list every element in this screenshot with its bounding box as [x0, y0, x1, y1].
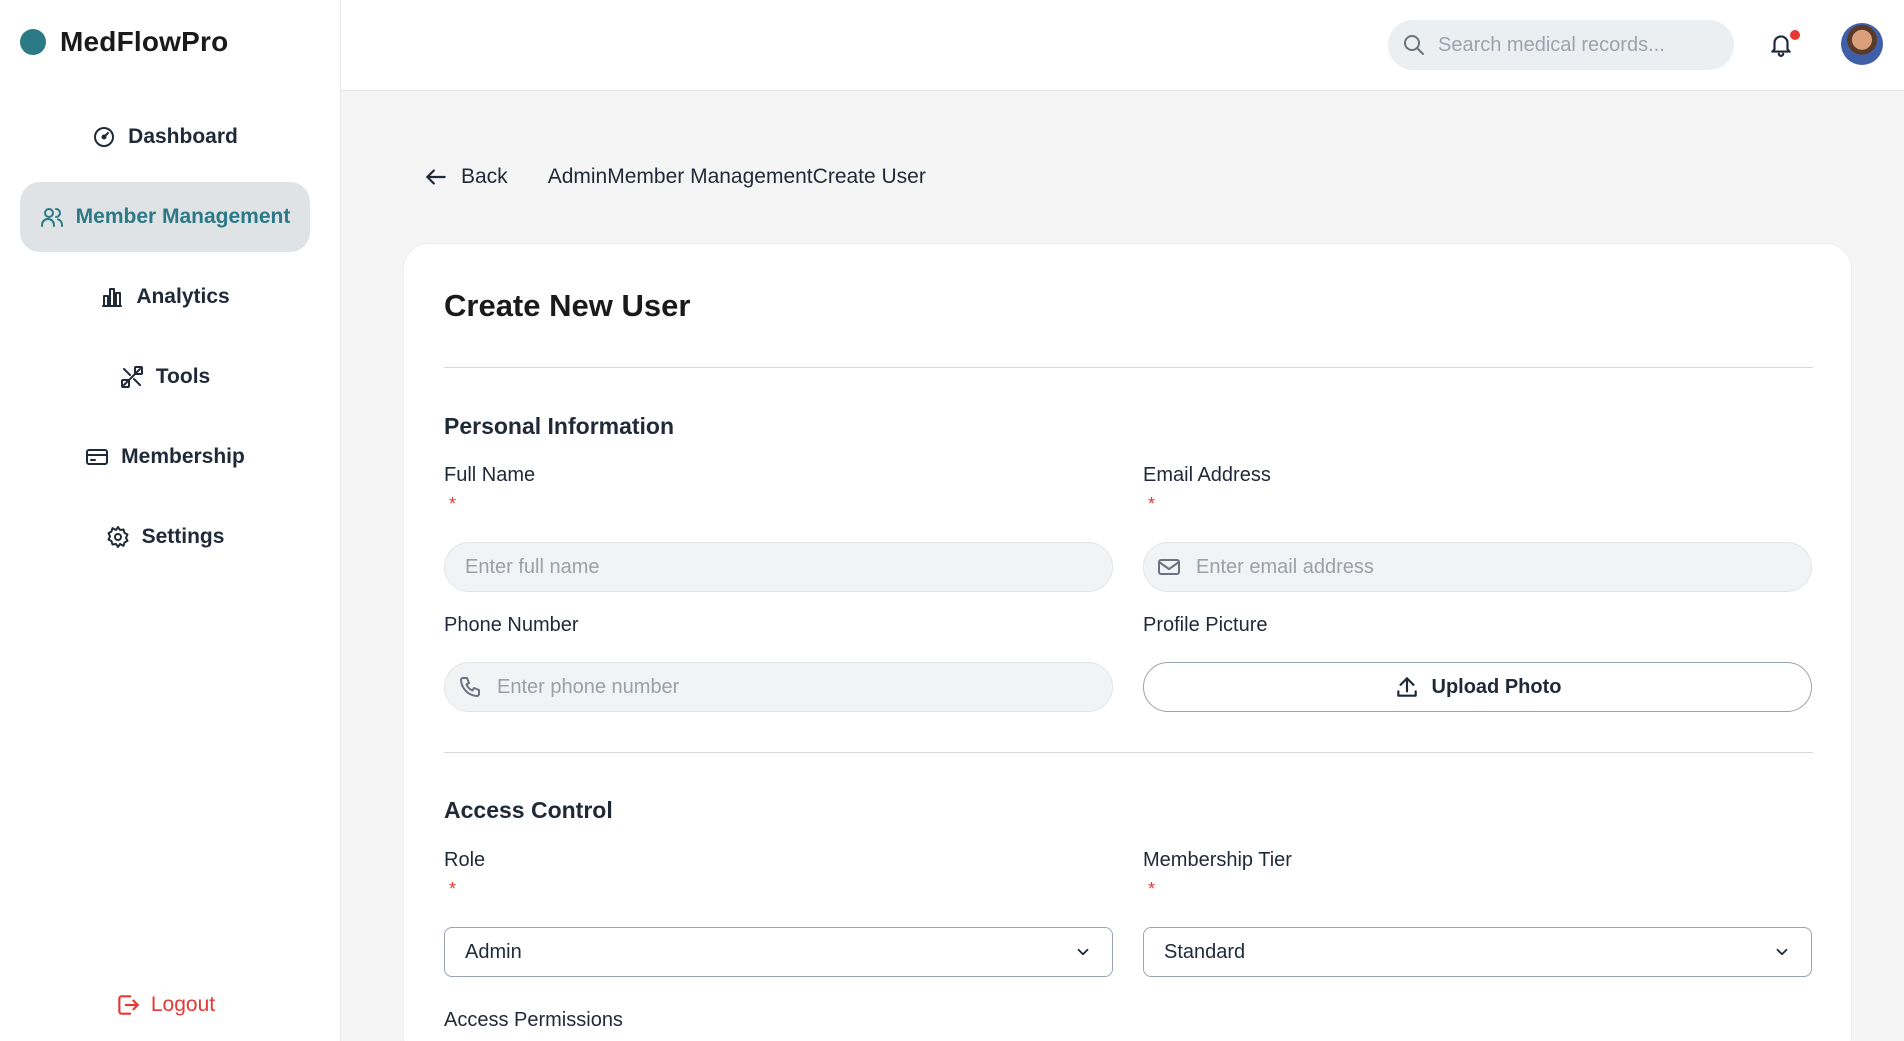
access-control-heading: Access Control: [444, 797, 613, 823]
required-marker: *: [449, 879, 457, 899]
sidebar-item-label: Member Management: [75, 205, 291, 228]
breadcrumb-item-admin[interactable]: Admin: [548, 165, 608, 188]
top-header: [341, 0, 1904, 91]
phone-icon: [460, 677, 480, 697]
page-title: Create New User: [444, 288, 691, 323]
search-bar[interactable]: [1388, 20, 1734, 70]
sidebar-item-label: Membership: [121, 445, 245, 468]
arrow-left-icon: [426, 169, 446, 185]
mail-icon: [1158, 559, 1180, 575]
brand-logo-icon: [20, 29, 46, 55]
sidebar-nav: Dashboard Member Management Analytics To…: [20, 102, 310, 582]
search-icon: [1404, 35, 1424, 55]
users-icon: [40, 208, 63, 227]
required-marker: *: [1148, 879, 1156, 899]
brand-name: MedFlowPro: [60, 26, 229, 57]
role-select[interactable]: Admin: [444, 927, 1113, 977]
title-divider: [444, 367, 1813, 368]
required-marker: *: [1148, 494, 1156, 514]
full-name-input[interactable]: [465, 555, 1025, 579]
notification-dot: [1790, 30, 1800, 40]
full-name-field[interactable]: [444, 542, 1113, 592]
upload-photo-label: Upload Photo: [1431, 675, 1562, 698]
bar-chart-icon: [102, 288, 123, 307]
phone-field[interactable]: [444, 662, 1113, 712]
tools-icon: [120, 366, 143, 388]
role-label: Role: [444, 849, 486, 871]
membership-tier-selected-value: Standard: [1164, 940, 1246, 963]
personal-info-heading: Personal Information: [444, 413, 675, 439]
logout-button[interactable]: Logout: [20, 980, 310, 1030]
back-label: Back: [461, 165, 508, 188]
breadcrumb-item-create-user: Create User: [812, 165, 926, 188]
breadcrumb-item-member-management[interactable]: Member Management: [607, 165, 812, 188]
sidebar-item-label: Settings: [141, 525, 225, 548]
sidebar-item-member-management[interactable]: Member Management: [20, 182, 310, 252]
membership-tier-label: Membership Tier: [1143, 849, 1292, 871]
breadcrumb-row: Back AdminMember ManagementCreate User: [423, 160, 926, 194]
back-button[interactable]: Back: [423, 164, 508, 190]
section-divider: [444, 752, 1813, 753]
brand[interactable]: MedFlowPro: [20, 22, 228, 62]
phone-label: Phone Number: [444, 614, 579, 636]
role-selected-value: Admin: [465, 940, 522, 963]
gauge-icon: [94, 127, 115, 147]
email-label: Email Address: [1143, 464, 1271, 486]
membership-tier-select[interactable]: Standard: [1143, 927, 1812, 977]
search-input[interactable]: [1438, 33, 1708, 57]
notifications-button[interactable]: [1768, 30, 1800, 60]
full-name-label: Full Name: [444, 464, 536, 486]
access-permissions-label: Access Permissions: [444, 1009, 623, 1031]
sidebar-item-settings[interactable]: Settings: [20, 502, 310, 572]
required-marker: *: [449, 494, 457, 514]
chevron-down-icon: [1776, 948, 1788, 956]
sidebar-item-membership[interactable]: Membership: [20, 422, 310, 492]
logout-label: Logout: [150, 993, 216, 1016]
email-input[interactable]: [1196, 555, 1756, 579]
sidebar-item-label: Analytics: [136, 285, 230, 308]
logout-icon: [118, 995, 139, 1015]
sidebar: MedFlowPro Dashboard Member Management A…: [0, 0, 341, 1041]
upload-photo-button[interactable]: Upload Photo: [1143, 662, 1812, 712]
upload-icon: [1396, 677, 1417, 697]
sidebar-item-dashboard[interactable]: Dashboard: [20, 102, 310, 172]
chevron-down-icon: [1077, 948, 1089, 956]
sidebar-item-analytics[interactable]: Analytics: [20, 262, 310, 332]
sidebar-item-label: Dashboard: [128, 125, 238, 148]
create-user-card: Create New User Personal Information Ful…: [403, 243, 1852, 1041]
phone-input[interactable]: [497, 675, 1057, 699]
gear-icon: [107, 526, 129, 548]
card-icon: [86, 449, 109, 465]
profile-picture-label: Profile Picture: [1143, 614, 1268, 636]
email-field[interactable]: [1143, 542, 1812, 592]
sidebar-item-tools[interactable]: Tools: [20, 342, 310, 412]
avatar[interactable]: [1841, 23, 1883, 65]
sidebar-item-label: Tools: [155, 365, 211, 388]
breadcrumb: AdminMember ManagementCreate User: [548, 165, 926, 189]
